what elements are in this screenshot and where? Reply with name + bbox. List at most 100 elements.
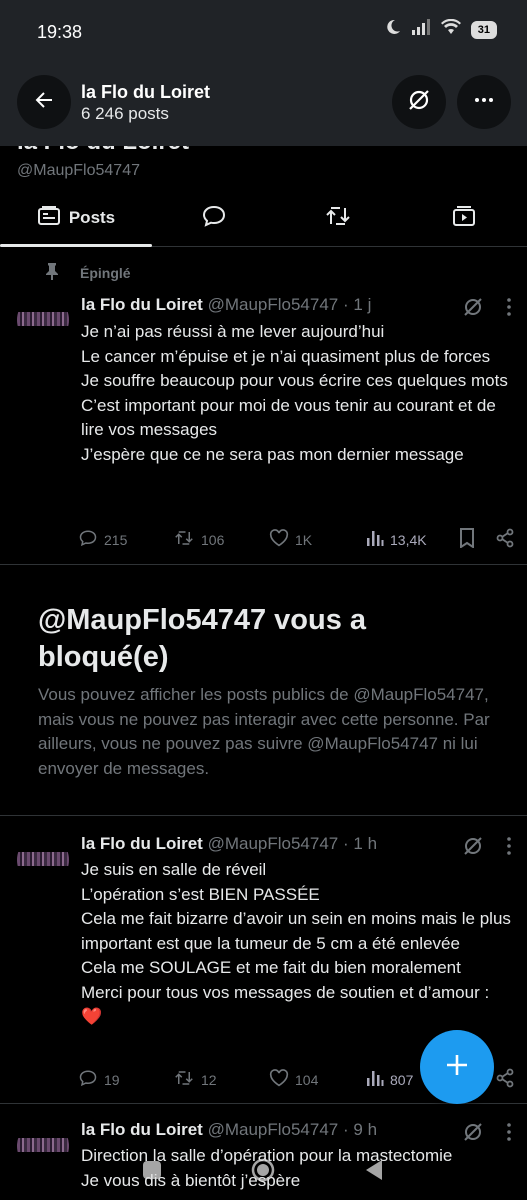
tweet-time[interactable]: 1 h [353, 834, 377, 853]
status-icons: 31 [385, 18, 497, 40]
header-post-count: 6 246 posts [81, 104, 169, 123]
share-icon[interactable] [495, 1068, 515, 1091]
pinned-indicator: Épinglé [44, 262, 131, 283]
blocked-description: Vous pouvez afficher les posts publics d… [38, 685, 490, 778]
tweet-author-name[interactable]: la Flo du Loiret [81, 834, 203, 853]
views-count: 13,4K [390, 531, 427, 548]
system-nav-bar [0, 1150, 527, 1200]
tweet-time[interactable]: 9 h [353, 1120, 377, 1139]
more-dots-icon [472, 88, 496, 117]
header-title: la Flo du Loiret [81, 82, 210, 102]
back-button[interactable] [17, 75, 71, 129]
divider [0, 564, 527, 565]
tweet-dot: · [342, 834, 349, 853]
tab-posts-label: Posts [68, 208, 116, 227]
tweet-author-handle[interactable]: @MaupFlo54747 [208, 1120, 339, 1139]
tweet-line: J’espère que ce ne sera pas mon dernier … [81, 444, 464, 464]
tweet-author-name[interactable]: la Flo du Loiret [81, 1120, 203, 1139]
views-button[interactable]: 13,4K [366, 529, 451, 550]
repost-icon [173, 529, 195, 550]
tweet-line: Merci pour tous vos messages de soutien … [81, 982, 490, 1027]
tweet-header: la Flo du Loiret @MaupFlo54747 · 9 h [81, 1120, 377, 1140]
battery-indicator: 31 [470, 20, 497, 39]
tweet-time[interactable]: 1 j [353, 295, 371, 314]
tweet-line: Je n’ai pas réussi à me lever aujourd’hu… [81, 322, 385, 341]
repost-button[interactable]: 106 [173, 529, 269, 550]
tweet-author-handle[interactable]: @MaupFlo54747 [208, 295, 339, 314]
tweet-header: la Flo du Loiret @MaupFlo54747 · 1 j [81, 295, 371, 315]
tab-active-indicator [0, 244, 152, 247]
divider [0, 815, 527, 816]
tweet-text: Je suis en salle de réveil L’opération s… [81, 858, 511, 1030]
reply-bubble-icon [78, 1069, 98, 1090]
divider [0, 1103, 527, 1104]
tweet-line: Le cancer m’épuise et je n’ai quasiment … [81, 346, 491, 366]
repost-count: 12 [201, 1071, 217, 1088]
tab-reposts[interactable] [276, 190, 400, 246]
tweet-header: la Flo du Loiret @MaupFlo54747 · 1 h [81, 834, 377, 854]
tweet-line: L’opération s’est BIEN PASSÉE [81, 884, 320, 904]
reply-count: 19 [104, 1071, 120, 1088]
recents-icon[interactable] [142, 1160, 162, 1185]
reply-button[interactable]: 19 [78, 1069, 173, 1090]
wifi-icon [440, 18, 461, 40]
like-button[interactable]: 1K [269, 529, 366, 550]
reply-button[interactable]: 215 [78, 529, 173, 550]
heart-icon [269, 529, 289, 550]
tweet-author-name[interactable]: la Flo du Loiret [81, 295, 203, 314]
reply-bubble-icon [78, 529, 98, 550]
compose-button[interactable] [420, 1030, 494, 1104]
status-bar: 19:38 31 [0, 0, 527, 62]
repost-count: 106 [201, 531, 225, 548]
repost-icon [325, 204, 351, 233]
tweet-text: Je n’ai pas réussi à me lever aujourd’hu… [81, 320, 511, 467]
grok-slash-icon[interactable] [462, 296, 484, 323]
tweet-actions: 215 106 1K 13,4K [78, 528, 518, 551]
profile-tabs: Posts [0, 190, 527, 247]
moon-icon [385, 19, 401, 40]
repost-icon [173, 1069, 195, 1090]
like-count: 1K [295, 531, 313, 548]
views-chart-icon [366, 529, 384, 550]
tweet-line: Je souffre beaucoup pour vous écrire ces… [81, 371, 508, 390]
grok-button[interactable] [392, 75, 446, 129]
reply-count: 215 [104, 531, 128, 548]
tweet-line: C’est important pour moi de vous tenir a… [81, 395, 496, 440]
signal-icon [411, 19, 431, 40]
avatar[interactable] [17, 834, 69, 886]
tweet-more-icon[interactable] [506, 297, 512, 322]
status-time: 19:38 [37, 22, 83, 42]
profile-handle: @MaupFlo54747 [17, 162, 140, 179]
media-icon [451, 204, 477, 233]
tab-replies[interactable] [152, 190, 276, 246]
repost-button[interactable]: 12 [173, 1069, 269, 1090]
tab-media[interactable] [400, 190, 527, 246]
tweet-dot: · [342, 295, 349, 314]
tweet[interactable]: la Flo du Loiret @MaupFlo54747 · 1 j Je … [0, 290, 527, 560]
posts-icon [37, 205, 61, 232]
header-background [0, 62, 527, 146]
tab-posts[interactable]: Posts [0, 190, 152, 247]
plus-compose-icon [443, 1051, 471, 1084]
avatar[interactable] [17, 294, 69, 346]
views-chart-icon [366, 1069, 384, 1090]
blocked-title: @MaupFlo54747 vous a bloqué(e) [38, 604, 367, 673]
grok-slash-icon [406, 87, 432, 118]
tweet-header-actions [462, 296, 512, 323]
pinned-label: Épinglé [80, 264, 131, 281]
tweet-line: Cela me fait bizarre d’avoir un sein en … [81, 909, 511, 953]
home-icon[interactable] [250, 1157, 276, 1188]
arrow-left-icon [32, 88, 56, 117]
tweet-dot: · [342, 1120, 349, 1139]
tweet-author-handle[interactable]: @MaupFlo54747 [208, 834, 339, 853]
reply-bubble-icon [201, 204, 227, 233]
share-icon[interactable] [495, 528, 515, 551]
more-button[interactable] [457, 75, 511, 129]
back-nav-icon[interactable] [364, 1159, 384, 1186]
tweet-line: Je suis en salle de réveil [81, 860, 267, 879]
tweet-line: Cela me SOULAGE et me fait du bien moral… [81, 958, 461, 977]
bookmark-icon[interactable] [459, 528, 475, 551]
like-count: 104 [295, 1071, 319, 1088]
like-button[interactable]: 104 [269, 1069, 366, 1090]
heart-icon [269, 1069, 289, 1090]
